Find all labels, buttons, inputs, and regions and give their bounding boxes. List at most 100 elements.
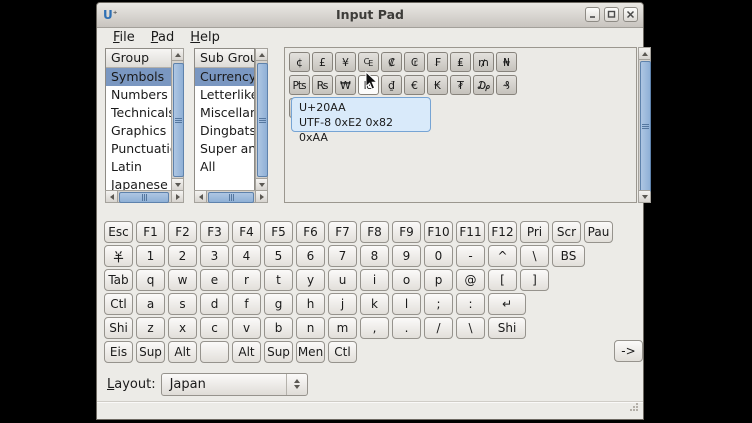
symbol-key[interactable]: ₠	[358, 52, 379, 72]
scroll-right-button[interactable]	[171, 191, 183, 202]
keyboard-key[interactable]: Pau	[584, 221, 613, 243]
keyboard-key[interactable]: F9	[392, 221, 421, 243]
keyboard-key[interactable]: Sup	[264, 341, 293, 363]
keyboard-key[interactable]: ↵	[488, 293, 526, 315]
keyboard-key[interactable]: @	[456, 269, 485, 291]
keyboard-key[interactable]: 2	[168, 245, 197, 267]
keyboard-key[interactable]: z	[136, 317, 165, 339]
keyboard-key[interactable]: v	[232, 317, 261, 339]
scroll-up-button[interactable]	[639, 48, 650, 60]
symbol-key[interactable]: ₧	[289, 75, 310, 95]
keyboard-key[interactable]: 1	[136, 245, 165, 267]
group-list-header[interactable]: Group	[106, 49, 171, 68]
symbol-key[interactable]: £	[312, 52, 333, 72]
keyboard-key[interactable]: ^	[488, 245, 517, 267]
keyboard-key[interactable]: F4	[232, 221, 261, 243]
symbol-key[interactable]: ¥	[335, 52, 356, 72]
group-list-item[interactable]: Symbols	[106, 68, 171, 86]
keyboard-key[interactable]: h	[296, 293, 325, 315]
symbol-key[interactable]: ₡	[381, 52, 402, 72]
menu-item[interactable]: Help	[182, 29, 228, 47]
layout-combobox[interactable]: Japan	[161, 373, 308, 396]
scroll-down-button[interactable]	[256, 178, 267, 190]
keyboard-key[interactable]: Shi	[104, 317, 133, 339]
keyboard-key[interactable]: Alt	[232, 341, 261, 363]
keyboard-key[interactable]: ;	[424, 293, 453, 315]
subgroup-list-item[interactable]: Super and Subscripts	[195, 140, 254, 158]
keyboard-key[interactable]: e	[200, 269, 229, 291]
keyboard-key[interactable]: F5	[264, 221, 293, 243]
keyboard-key[interactable]: .	[392, 317, 421, 339]
subgroup-list-item[interactable]: Dingbats	[195, 122, 254, 140]
keyboard-key[interactable]: F3	[200, 221, 229, 243]
keyboard-key[interactable]: n	[296, 317, 325, 339]
keyboard-key[interactable]: p	[424, 269, 453, 291]
keyboard-key[interactable]: F12	[488, 221, 517, 243]
keyboard-key[interactable]: r	[232, 269, 261, 291]
symbol-key[interactable]: ₰	[496, 75, 517, 95]
subgroup-vscroll-thumb[interactable]	[257, 63, 268, 177]
keyboard-key[interactable]: -	[456, 245, 485, 267]
keyboard-key[interactable]: F6	[296, 221, 325, 243]
group-vscroll-thumb[interactable]	[173, 63, 184, 177]
keyboard-key[interactable]: Scr	[552, 221, 581, 243]
transfer-button[interactable]: ->	[614, 340, 643, 362]
keyboard-key[interactable]: Shi	[488, 317, 526, 339]
scroll-up-button[interactable]	[172, 49, 183, 61]
keyboard-key[interactable]: a	[136, 293, 165, 315]
menu-item[interactable]: File	[105, 29, 143, 47]
keyboard-key[interactable]: 4	[232, 245, 261, 267]
keyboard-key[interactable]: F7	[328, 221, 357, 243]
keyboard-key[interactable]: 3	[200, 245, 229, 267]
keyboard-key[interactable]: Ctl	[328, 341, 357, 363]
group-list-item[interactable]: Numbers	[106, 86, 171, 104]
symbol-key[interactable]: ₣	[427, 52, 448, 72]
keyboard-key[interactable]: g	[264, 293, 293, 315]
keyboard-key[interactable]: u	[328, 269, 357, 291]
symbol-key[interactable]: ₨	[312, 75, 333, 95]
group-list-item[interactable]: Latin	[106, 158, 171, 176]
keyboard-key[interactable]: 7	[328, 245, 357, 267]
keyboard-key[interactable]: \	[520, 245, 549, 267]
subgroup-list-item[interactable]: Currency	[195, 68, 254, 86]
scroll-down-button[interactable]	[172, 178, 183, 190]
subgroup-hscroll-thumb[interactable]	[208, 192, 254, 203]
keyboard-key[interactable]: o	[392, 269, 421, 291]
scroll-up-button[interactable]	[256, 49, 267, 61]
symbol-key[interactable]: ₯	[473, 75, 494, 95]
scroll-left-button[interactable]	[195, 191, 207, 202]
keyboard-key[interactable]: [	[488, 269, 517, 291]
group-list-item[interactable]: Graphics	[106, 122, 171, 140]
keyboard-key[interactable]: F2	[168, 221, 197, 243]
keyboard-key[interactable]: 0	[424, 245, 453, 267]
titlebar[interactable]: U⁺ Input Pad	[97, 3, 643, 28]
keyboard-key[interactable]: 9	[392, 245, 421, 267]
keyboard-key[interactable]: x	[168, 317, 197, 339]
keyboard-key[interactable]: f	[232, 293, 261, 315]
keyboard-key[interactable]: ]	[520, 269, 549, 291]
keyboard-key[interactable]: F11	[456, 221, 485, 243]
group-list-item[interactable]: Technicals	[106, 104, 171, 122]
keyboard-key[interactable]: 5	[264, 245, 293, 267]
keyboard-key[interactable]: k	[360, 293, 389, 315]
menu-item[interactable]: Pad	[143, 29, 182, 47]
symbol-key[interactable]: ₢	[404, 52, 425, 72]
keyboard-key[interactable]: F10	[424, 221, 453, 243]
group-list-item[interactable]: Japanese	[106, 176, 171, 191]
symbol-key[interactable]: ₩	[335, 75, 356, 95]
keyboard-key[interactable]: Eis	[104, 341, 133, 363]
keyboard-key[interactable]: F1	[136, 221, 165, 243]
keyboard-key[interactable]: m	[328, 317, 357, 339]
subgroup-list-item[interactable]: Letterlike	[195, 86, 254, 104]
keyboard-key[interactable]: ,	[360, 317, 389, 339]
scroll-right-button[interactable]	[255, 191, 267, 202]
keyboard-key[interactable]: l	[392, 293, 421, 315]
keyboard-key[interactable]: Esc	[104, 221, 133, 243]
keyboard-key[interactable]: /	[424, 317, 453, 339]
resize-grip[interactable]	[628, 397, 639, 416]
symbol-key[interactable]: €	[404, 75, 425, 95]
keyboard-key[interactable]: BS	[552, 245, 585, 267]
keyboard-key[interactable]: b	[264, 317, 293, 339]
keyboard-key[interactable]: q	[136, 269, 165, 291]
group-hscroll-thumb[interactable]	[119, 192, 169, 203]
